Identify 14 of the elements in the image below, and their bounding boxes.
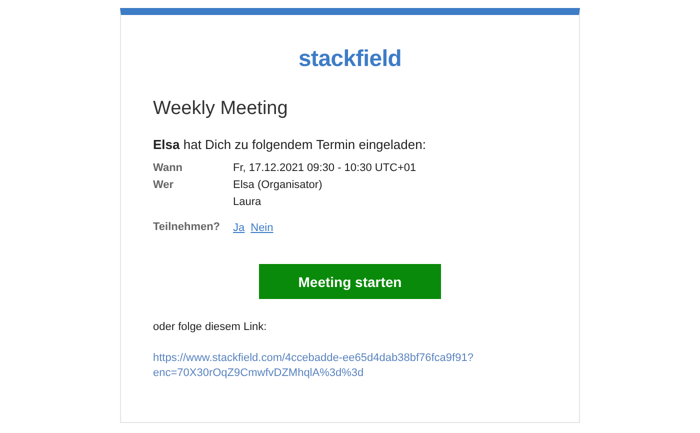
rsvp-link[interactable]: Nein bbox=[250, 222, 274, 234]
rsvp-label: Teilnehmen? bbox=[153, 221, 222, 233]
detail-value: Laura bbox=[233, 196, 262, 208]
meeting-link[interactable]: https://www.stackfield.com/4ccebadde-ee65d4dab38bf76fca9f91? enc=70X30rOqZ9CmwfvDZMhqlA%3d%3d bbox=[153, 351, 547, 381]
meeting-title: Weekly Meeting bbox=[153, 98, 289, 120]
rsvp-link[interactable]: Ja bbox=[233, 222, 245, 234]
detail-value: Fr, 17.12.2021 09:30 - 10:30 UTC+01 bbox=[233, 162, 418, 174]
detail-value: Elsa (Organisator) bbox=[233, 179, 324, 191]
start-meeting-button[interactable]: Meeting starten bbox=[259, 264, 441, 299]
detail-label: Wer bbox=[153, 179, 175, 191]
invitation-text: Elsa hat Dich zu folgendem Termin eingeladen: bbox=[153, 137, 427, 152]
detail-label: Wann bbox=[153, 162, 184, 174]
logo: stackfield bbox=[298, 45, 402, 72]
link-intro: oder folge diesem Link: bbox=[153, 321, 268, 333]
